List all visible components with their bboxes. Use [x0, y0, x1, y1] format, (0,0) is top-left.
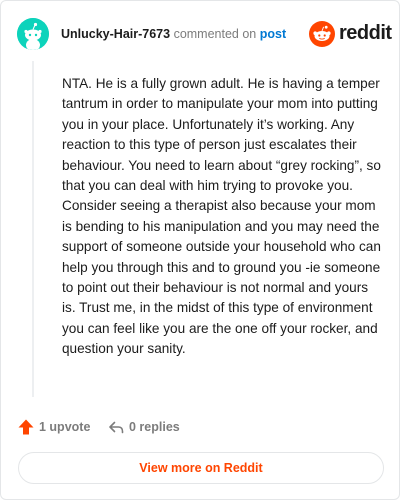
replies-count: 0 replies [129, 420, 180, 434]
comment-embed-card: Unlucky-Hair-7673 commented on post redd… [0, 0, 400, 500]
reddit-brand-link[interactable]: reddit [309, 21, 392, 47]
upvote-button[interactable]: 1 upvote [17, 416, 97, 438]
reddit-logo-icon [309, 21, 335, 47]
commented-on-text: commented on [173, 27, 257, 41]
post-link[interactable]: post [260, 27, 286, 41]
upvote-arrow-icon [18, 419, 34, 435]
username-link[interactable]: Unlucky-Hair-7673 [61, 27, 170, 41]
user-avatar[interactable] [17, 18, 49, 50]
reply-arrow-icon [109, 421, 124, 434]
upvote-count: 1 upvote [39, 420, 91, 434]
comment-header: Unlucky-Hair-7673 commented on post redd… [17, 17, 392, 51]
snoo-avatar-icon [17, 18, 49, 50]
replies-button[interactable]: 0 replies [107, 416, 197, 438]
reddit-wordmark: reddit [339, 22, 392, 44]
view-more-on-reddit-button[interactable]: View more on Reddit [18, 452, 384, 484]
comment-body: NTA. He is a fully grown adult. He is ha… [62, 76, 381, 357]
thread-line [32, 61, 34, 397]
comment-byline: Unlucky-Hair-7673 commented on post [61, 26, 286, 42]
